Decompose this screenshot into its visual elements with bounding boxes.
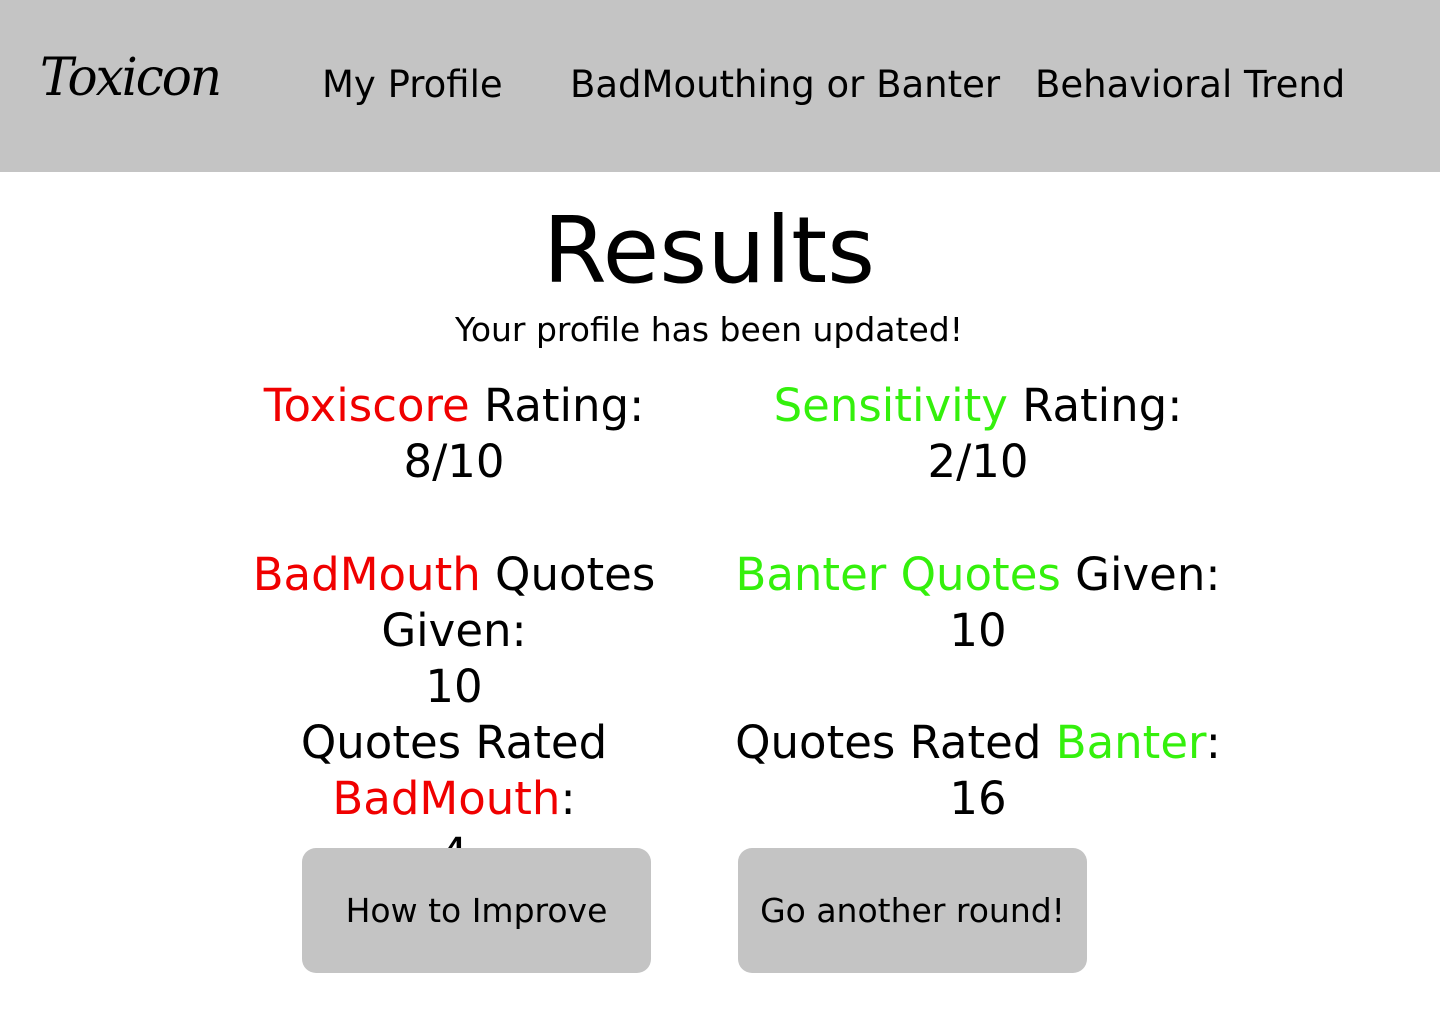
badmouth-given-label-highlight: BadMouth xyxy=(252,548,481,601)
toxiscore-label-highlight: Toxiscore xyxy=(263,379,470,432)
rated-badmouth-label-highlight: BadMouth xyxy=(332,772,561,825)
sensitivity-label-rest: Rating: xyxy=(1007,379,1183,432)
toxiscore-value: 8/10 xyxy=(403,435,505,488)
toxicon-logo[interactable]: Toxicon xyxy=(40,51,222,104)
go-another-round-button[interactable]: Go another round! xyxy=(738,848,1087,973)
quotes-rated-banter-stat: Quotes Rated Banter: 16 xyxy=(698,715,1258,827)
rated-banter-label-suffix: : xyxy=(1205,716,1221,769)
banter-given-value: 10 xyxy=(949,604,1007,657)
sensitivity-rating-stat: Sensitivity Rating: 2/10 xyxy=(698,378,1258,490)
banter-given-label-highlight: Banter Quotes xyxy=(735,548,1061,601)
nav-badmouthing-or-banter[interactable]: BadMouthing or Banter xyxy=(570,66,1000,103)
nav-my-profile[interactable]: My Profile xyxy=(322,66,503,103)
banter-given-label-rest: Given: xyxy=(1060,548,1221,601)
toxiscore-label-rest: Rating: xyxy=(469,379,645,432)
rated-banter-label-highlight: Banter xyxy=(1055,716,1206,769)
badmouth-quotes-given-stat: BadMouth Quotes Given: 10 xyxy=(174,547,734,715)
how-to-improve-button[interactable]: How to Improve xyxy=(302,848,651,973)
sensitivity-label-highlight: Sensitivity xyxy=(773,379,1008,432)
top-navigation-bar: Toxicon My Profile BadMouthing or Banter… xyxy=(0,0,1440,172)
profile-updated-message: Your profile has been updated! xyxy=(455,310,963,349)
nav-behavioral-trend[interactable]: Behavioral Trend xyxy=(1035,66,1345,103)
rated-banter-label-prefix: Quotes Rated xyxy=(735,716,1056,769)
badmouth-given-value: 10 xyxy=(425,660,483,713)
banter-quotes-given-stat: Banter Quotes Given: 10 xyxy=(698,547,1258,659)
go-another-round-label: Go another round! xyxy=(760,891,1065,930)
how-to-improve-label: How to Improve xyxy=(345,891,608,930)
page-title: Results xyxy=(542,197,876,304)
rated-badmouth-label-prefix: Quotes Rated xyxy=(300,716,608,769)
rated-banter-value: 16 xyxy=(949,772,1007,825)
sensitivity-value: 2/10 xyxy=(927,435,1029,488)
rated-badmouth-label-suffix: : xyxy=(560,772,576,825)
toxiscore-rating-stat: Toxiscore Rating: 8/10 xyxy=(174,378,734,490)
